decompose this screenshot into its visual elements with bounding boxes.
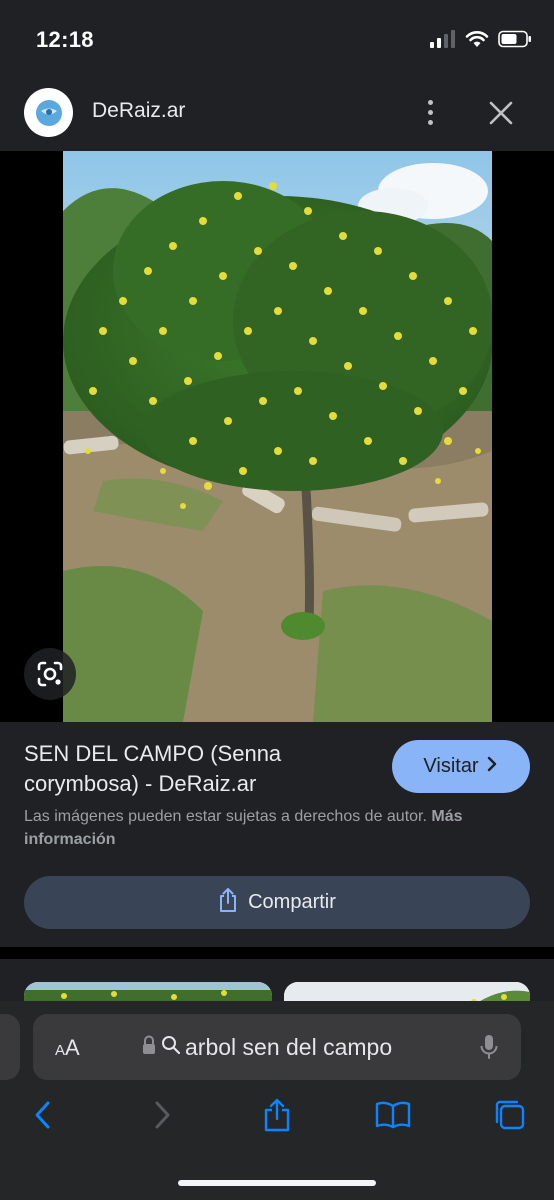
back-arrow-icon[interactable] bbox=[23, 1093, 63, 1137]
wifi-icon bbox=[465, 30, 489, 53]
forward-arrow-icon[interactable] bbox=[142, 1093, 182, 1137]
close-icon[interactable] bbox=[486, 98, 516, 128]
site-name[interactable]: DeRaiz.ar bbox=[92, 99, 185, 123]
status-bar: 12:18 bbox=[0, 0, 554, 80]
url-text: arbol sen del campo bbox=[185, 1034, 393, 1060]
tabs-icon[interactable] bbox=[490, 1093, 530, 1137]
image-viewer bbox=[0, 151, 554, 722]
share-icon bbox=[218, 887, 238, 919]
battery-icon bbox=[498, 30, 532, 53]
status-time: 12:18 bbox=[36, 27, 94, 52]
result-title[interactable]: SEN DEL CAMPO (Senna corymbosa) - DeRaiz… bbox=[24, 739, 364, 799]
cellular-signal-icon bbox=[430, 29, 456, 53]
google-lens-icon[interactable] bbox=[24, 648, 76, 700]
copyright-notice: Las imágenes pueden estar sujetas a dere… bbox=[24, 805, 534, 851]
result-image[interactable] bbox=[63, 151, 492, 722]
share-button-label: Compartir bbox=[248, 891, 336, 913]
share-button[interactable]: Compartir bbox=[24, 876, 530, 929]
address-bar[interactable]: AA arbol sen del campo bbox=[33, 1014, 521, 1080]
home-indicator[interactable] bbox=[178, 1180, 376, 1186]
status-icons bbox=[430, 29, 532, 53]
share-icon[interactable] bbox=[257, 1093, 297, 1137]
visit-button-label: Visitar bbox=[423, 755, 479, 777]
visit-button[interactable]: Visitar bbox=[392, 740, 530, 793]
browser-toolbar bbox=[0, 1093, 554, 1143]
microphone-icon[interactable] bbox=[479, 1033, 499, 1066]
bookmarks-icon[interactable] bbox=[373, 1093, 413, 1137]
section-divider bbox=[0, 947, 554, 959]
copyright-text: Las imágenes pueden estar sujetas a dere… bbox=[24, 808, 427, 825]
url-display[interactable]: arbol sen del campo bbox=[141, 1034, 392, 1061]
browser-bottom-bar: AA arbol sen del campo bbox=[0, 1001, 554, 1200]
page-settings-button[interactable]: AA bbox=[55, 1035, 80, 1061]
search-icon bbox=[161, 1034, 181, 1061]
lock-icon bbox=[141, 1034, 157, 1061]
site-logo[interactable] bbox=[24, 88, 73, 137]
aa-large-label: A bbox=[65, 1035, 80, 1060]
previous-tab-preview[interactable] bbox=[0, 1014, 20, 1080]
result-info-panel: SEN DEL CAMPO (Senna corymbosa) - DeRaiz… bbox=[0, 722, 554, 947]
more-vertical-icon[interactable] bbox=[416, 96, 444, 128]
aa-small-label: A bbox=[55, 1042, 66, 1059]
chevron-right-icon bbox=[485, 755, 499, 779]
site-header: DeRaiz.ar bbox=[0, 80, 554, 151]
